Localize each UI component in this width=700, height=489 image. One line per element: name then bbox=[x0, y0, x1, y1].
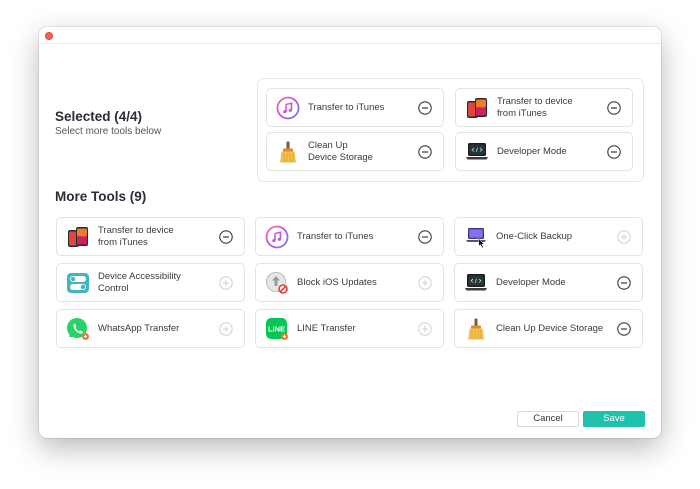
itunes-icon bbox=[265, 225, 289, 249]
tool-card[interactable]: Transfer to iTunes bbox=[255, 217, 444, 256]
accessibility-icon bbox=[66, 271, 90, 295]
tool-label: WhatsApp Transfer bbox=[98, 322, 180, 334]
add-tool-icon[interactable] bbox=[219, 275, 233, 290]
tool-card[interactable]: One-Click Backup bbox=[454, 217, 643, 256]
remove-tool-icon[interactable] bbox=[607, 100, 621, 115]
tool-label: One-Click Backup bbox=[496, 230, 573, 242]
tool-label: Transfer to device from iTunes bbox=[497, 95, 573, 119]
selected-subtitle: Select more tools below bbox=[55, 126, 162, 137]
device-transfer-icon bbox=[66, 225, 90, 249]
selected-title: Selected (4/4) bbox=[55, 109, 143, 124]
tool-label: Transfer to iTunes bbox=[297, 230, 374, 242]
developer-icon bbox=[465, 140, 489, 164]
tool-label: Transfer to device from iTunes bbox=[98, 224, 174, 248]
add-tool-icon[interactable] bbox=[418, 275, 432, 290]
tool-card[interactable]: Transfer to iTunes bbox=[266, 88, 444, 127]
remove-tool-icon[interactable] bbox=[418, 100, 432, 115]
more-tools-title: More Tools (9) bbox=[55, 189, 147, 204]
tool-card[interactable]: Clean Up Device Storage bbox=[454, 309, 643, 348]
tool-label: Developer Mode bbox=[497, 145, 567, 157]
line-icon: LINE bbox=[265, 317, 289, 341]
tool-card[interactable]: Clean Up Device Storage bbox=[266, 132, 444, 171]
add-tool-icon[interactable] bbox=[219, 321, 233, 336]
tool-label: LINE Transfer bbox=[297, 322, 356, 334]
tool-label: Clean Up Device Storage bbox=[496, 322, 604, 334]
close-window-button[interactable] bbox=[45, 32, 53, 40]
cancel-button[interactable]: Cancel bbox=[517, 411, 579, 427]
tool-card[interactable]: Developer Mode bbox=[454, 263, 643, 302]
tool-card[interactable]: Transfer to device from iTunes bbox=[56, 217, 245, 256]
remove-tool-icon[interactable] bbox=[617, 275, 631, 290]
remove-tool-icon[interactable] bbox=[418, 144, 432, 159]
remove-tool-icon[interactable] bbox=[219, 229, 233, 244]
title-bar bbox=[39, 27, 661, 44]
remove-tool-icon[interactable] bbox=[617, 321, 631, 336]
tool-card[interactable]: WhatsApp Transfer bbox=[56, 309, 245, 348]
device-transfer-icon bbox=[465, 96, 489, 120]
broom-icon bbox=[276, 140, 300, 164]
tool-card[interactable]: LINE LINE Transfer bbox=[255, 309, 444, 348]
tool-label: Developer Mode bbox=[496, 276, 566, 288]
tool-card[interactable]: Transfer to device from iTunes bbox=[455, 88, 633, 127]
tool-selector-window: Selected (4/4) Select more tools below T… bbox=[39, 27, 661, 438]
tool-card[interactable]: Device Accessibility Control bbox=[56, 263, 245, 302]
add-tool-icon[interactable] bbox=[617, 229, 631, 244]
tool-label: Transfer to iTunes bbox=[308, 101, 385, 113]
save-button[interactable]: Save bbox=[583, 411, 645, 427]
svg-text:LINE: LINE bbox=[268, 324, 285, 333]
backup-icon bbox=[464, 225, 488, 249]
broom-icon bbox=[464, 317, 488, 341]
block-update-icon bbox=[265, 271, 289, 295]
tool-label: Clean Up Device Storage bbox=[308, 139, 373, 163]
tool-card[interactable]: Developer Mode bbox=[455, 132, 633, 171]
add-tool-icon[interactable] bbox=[418, 321, 432, 336]
remove-tool-icon[interactable] bbox=[607, 144, 621, 159]
itunes-icon bbox=[276, 96, 300, 120]
whatsapp-icon bbox=[66, 317, 90, 341]
tool-label: Device Accessibility Control bbox=[98, 270, 181, 294]
developer-icon bbox=[464, 271, 488, 295]
remove-tool-icon[interactable] bbox=[418, 229, 432, 244]
tool-card[interactable]: Block iOS Updates bbox=[255, 263, 444, 302]
tool-label: Block iOS Updates bbox=[297, 276, 377, 288]
